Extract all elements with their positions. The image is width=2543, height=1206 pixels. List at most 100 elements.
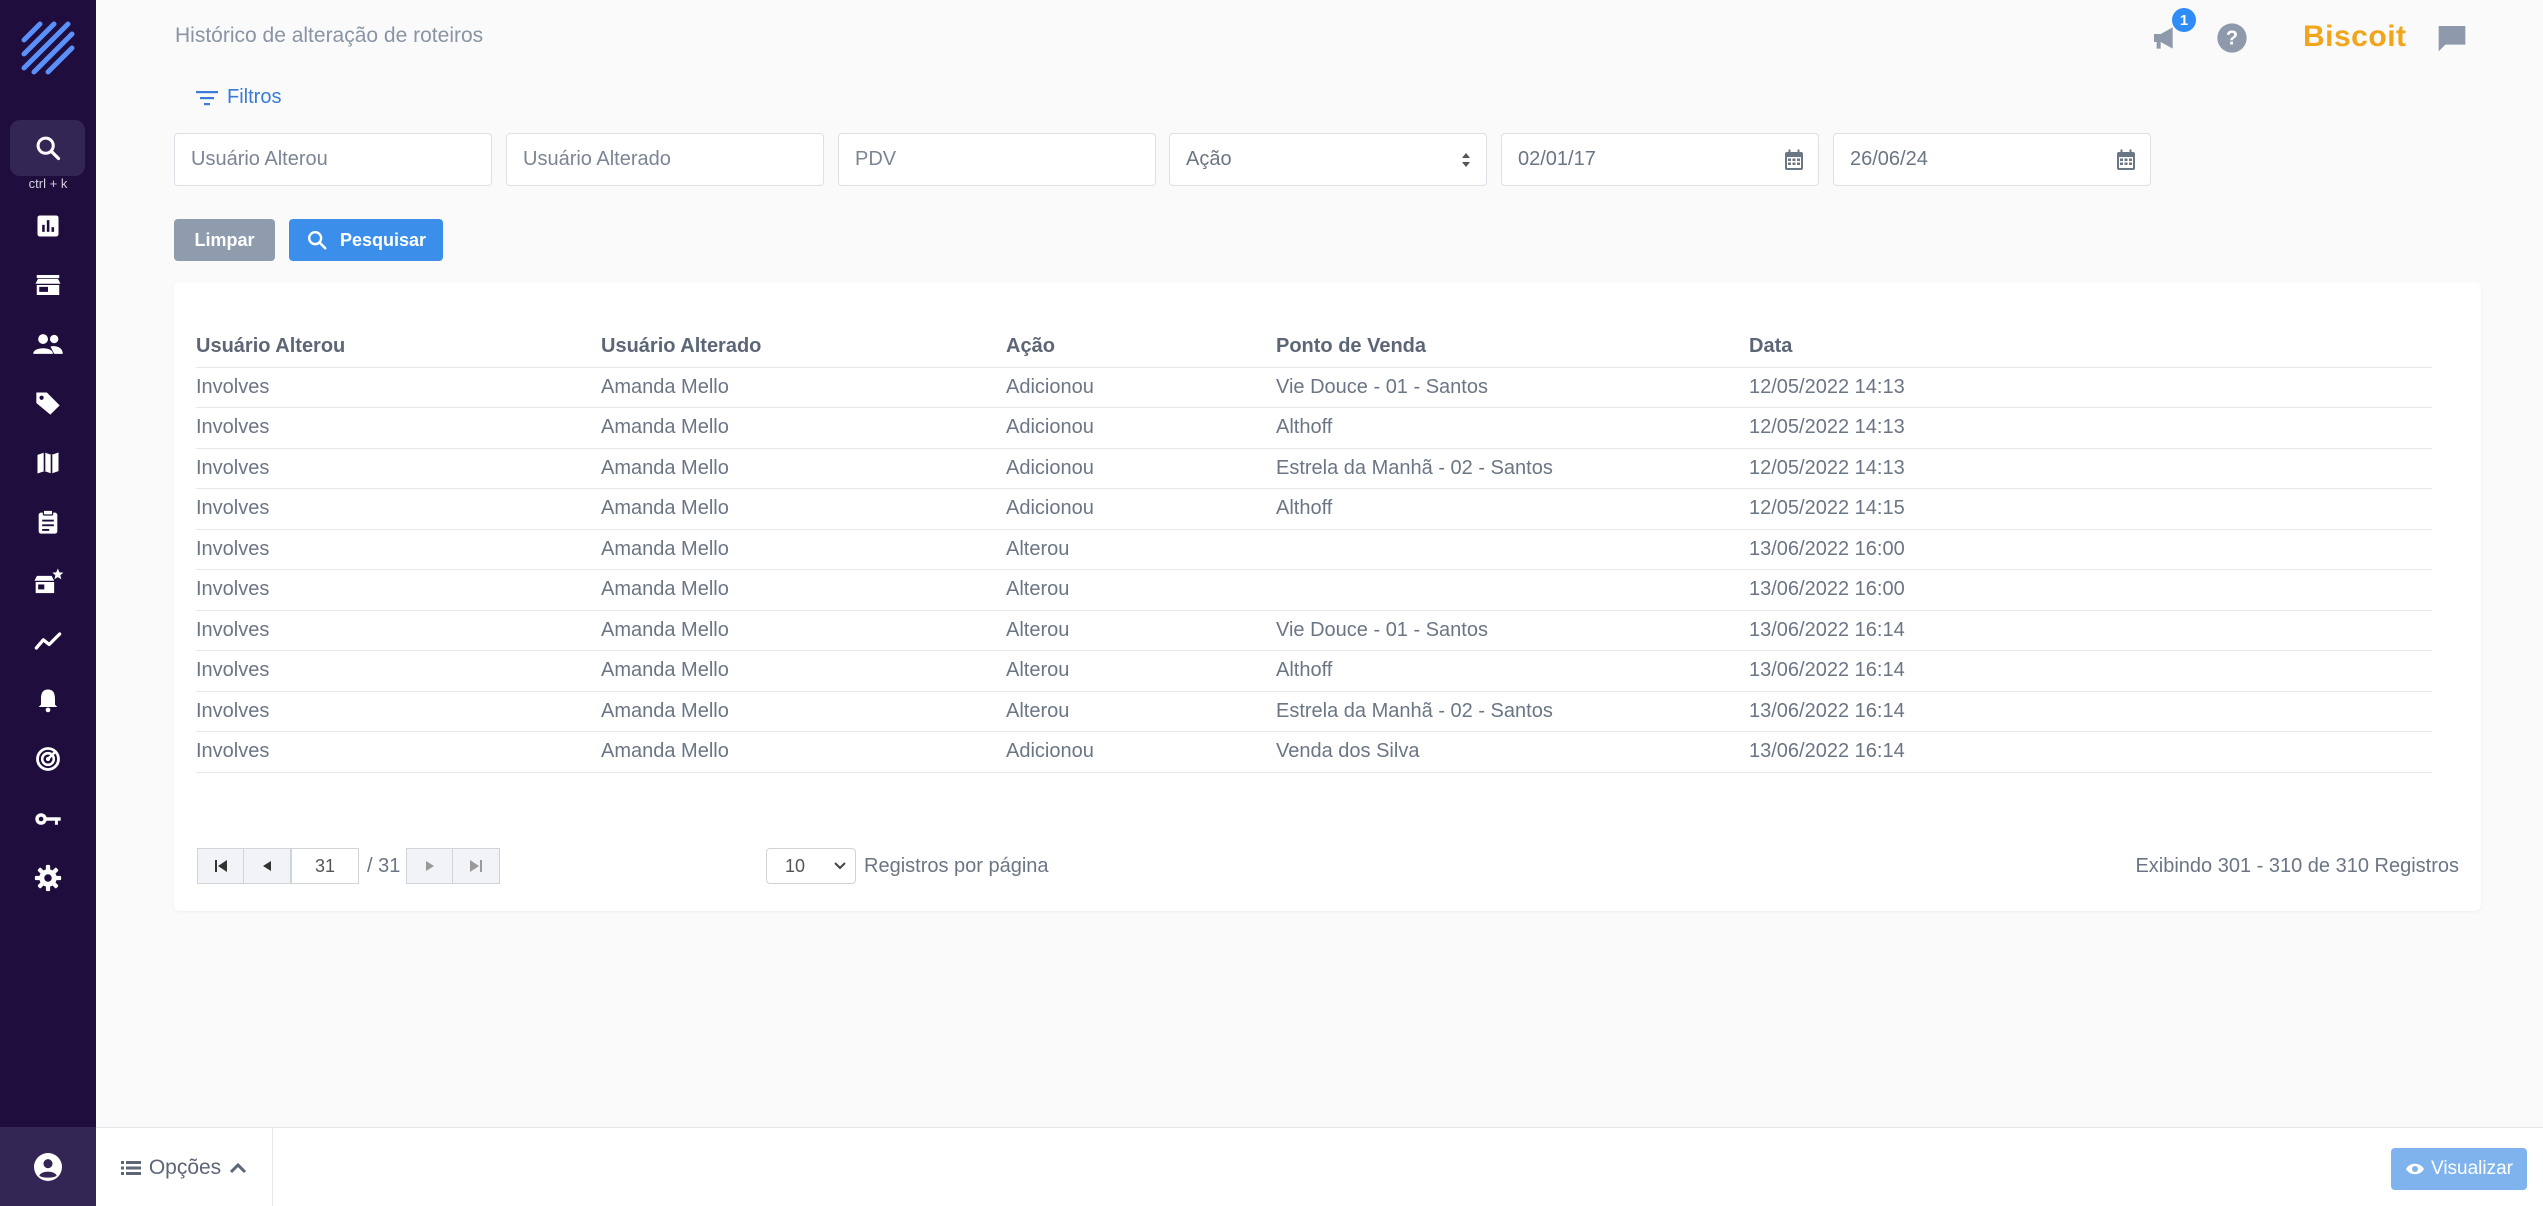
calendar-icon[interactable]: [1784, 149, 1804, 171]
cell-usuario-alterou: Involves: [196, 448, 601, 489]
per-page-control: 10 Registros por página: [766, 848, 1049, 884]
clipboard-icon: [38, 509, 58, 534]
pagination: / 31: [197, 848, 501, 884]
last-page-button[interactable]: [453, 848, 501, 884]
cell-data: 12/05/2022 14:13: [1749, 407, 2432, 449]
cell-ponto-de-venda: Vie Douce - 01 - Santos: [1276, 610, 1749, 651]
options-button[interactable]: Opções: [96, 1128, 273, 1206]
prev-page-button[interactable]: [244, 848, 291, 884]
help-button[interactable]: ?: [2216, 22, 2248, 59]
announcements-button[interactable]: 1: [2150, 8, 2196, 59]
date-to-value: 26/06/24: [1850, 148, 1928, 170]
cell-ponto-de-venda: [1276, 569, 1749, 611]
table-row[interactable]: Involves Amanda Mello Alterou Vie Douce - 0…: [196, 610, 2432, 651]
filters-toggle[interactable]: Filtros: [195, 86, 281, 109]
nav-featured-stores[interactable]: [29, 563, 67, 601]
first-page-button[interactable]: [197, 848, 244, 884]
cell-usuario-alterou: Involves: [196, 691, 601, 732]
cell-usuario-alterado: Amanda Mello: [601, 731, 1006, 773]
table-row[interactable]: Involves Amanda Mello Adicionou Althoff 12/0…: [196, 488, 2432, 530]
nav-notifications[interactable]: [29, 681, 67, 719]
cell-usuario-alterou: Involves: [196, 610, 601, 651]
column-header-usuario-alterou[interactable]: Usuário Alterou: [196, 327, 601, 368]
tag-icon: [36, 392, 60, 415]
table-row[interactable]: Involves Amanda Mello Adicionou Estrela da …: [196, 448, 2432, 489]
per-page-select[interactable]: 10: [766, 848, 856, 884]
table-row[interactable]: Involves Amanda Mello Alterou 13/06/2022 16…: [196, 569, 2432, 611]
table-row[interactable]: Involves Amanda Mello Alterou Althoff 13/06/…: [196, 650, 2432, 692]
cell-ponto-de-venda: Estrela da Manhã - 02 - Santos: [1276, 691, 1749, 732]
chat-button[interactable]: [2436, 22, 2468, 59]
nav-dashboard[interactable]: [29, 207, 67, 245]
user-circle-icon: [34, 1152, 62, 1181]
calendar-icon[interactable]: [2116, 149, 2136, 171]
nav-stores[interactable]: [29, 266, 67, 304]
clear-button[interactable]: Limpar: [174, 219, 275, 261]
next-page-button[interactable]: [406, 848, 454, 884]
current-page-input[interactable]: [291, 848, 359, 884]
search-submit-button[interactable]: Pesquisar: [289, 219, 443, 261]
app-logo-icon[interactable]: [20, 20, 76, 76]
skip-last-icon: [470, 860, 483, 872]
column-header-usuario-alterado[interactable]: Usuário Alterado: [601, 327, 1006, 368]
cell-usuario-alterou: Involves: [196, 569, 601, 611]
visualizar-label: Visualizar: [2430, 1158, 2514, 1179]
search-icon: [307, 231, 327, 250]
cell-usuario-alterou: Involves: [196, 731, 601, 773]
date-from-value: 02/01/17: [1518, 148, 1596, 170]
nav-map[interactable]: [29, 444, 67, 482]
table-row[interactable]: Involves Amanda Mello Adicionou Althoff 12/0…: [196, 407, 2432, 449]
column-header-acao[interactable]: Ação: [1006, 327, 1276, 368]
table-row[interactable]: Involves Amanda Mello Alterou Estrela da Ma…: [196, 691, 2432, 732]
pdv-input[interactable]: [855, 148, 1139, 171]
results-card: Usuário Alterou Usuário Alterado Ação Po…: [174, 282, 2481, 911]
cell-data: 13/06/2022 16:14: [1749, 691, 2432, 732]
cell-data: 13/06/2022 16:00: [1749, 529, 2432, 570]
usuario-alterado-field[interactable]: [506, 133, 824, 186]
total-pages: / 31: [367, 854, 401, 877]
eye-icon: [2405, 1163, 2424, 1175]
select-arrows-icon: [1462, 153, 1470, 167]
date-from-field[interactable]: 02/01/17: [1501, 133, 1819, 186]
nav-tags[interactable]: [29, 384, 67, 422]
cell-usuario-alterou: Involves: [196, 407, 601, 449]
acao-select[interactable]: Ação: [1169, 133, 1487, 186]
cell-acao: Adicionou: [1006, 731, 1276, 773]
nav-settings[interactable]: [29, 859, 67, 897]
cell-data: 13/06/2022 16:00: [1749, 569, 2432, 611]
cell-usuario-alterou: Involves: [196, 488, 601, 530]
table-row[interactable]: Involves Amanda Mello Adicionou Vie Douce -…: [196, 367, 2432, 408]
cell-usuario-alterou: Involves: [196, 529, 601, 570]
list-icon: [120, 1160, 141, 1175]
cell-data: 13/06/2022 16:14: [1749, 610, 2432, 651]
nav-users[interactable]: [29, 325, 67, 363]
nav-radar[interactable]: [29, 740, 67, 778]
chevron-down-icon: [834, 862, 846, 870]
user-profile-button[interactable]: [0, 1127, 96, 1206]
cell-acao: Alterou: [1006, 650, 1276, 692]
nav-tasks[interactable]: [29, 503, 67, 541]
column-header-ponto-de-venda[interactable]: Ponto de Venda: [1276, 327, 1749, 368]
trend-line-icon: [34, 632, 62, 650]
options-label: Opções: [148, 1155, 222, 1179]
usuario-alterou-field[interactable]: [174, 133, 492, 186]
column-header-data[interactable]: Data: [1749, 327, 2432, 368]
cell-acao: Alterou: [1006, 569, 1276, 611]
pdv-field[interactable]: [838, 133, 1156, 186]
nav-access-keys[interactable]: [29, 800, 67, 838]
search-submit-label: Pesquisar: [339, 229, 427, 250]
cell-data: 12/05/2022 14:15: [1749, 488, 2432, 530]
cell-usuario-alterado: Amanda Mello: [601, 407, 1006, 449]
bar-chart-icon: [37, 215, 59, 237]
visualizar-button[interactable]: Visualizar: [2391, 1148, 2527, 1190]
usuario-alterado-input[interactable]: [523, 148, 807, 171]
usuario-alterou-input[interactable]: [191, 148, 475, 171]
search-button[interactable]: [10, 120, 85, 176]
history-table: Usuário Alterou Usuário Alterado Ação Po…: [196, 327, 2432, 773]
nav-analytics[interactable]: [29, 622, 67, 660]
date-to-field[interactable]: 26/06/24: [1833, 133, 2151, 186]
per-page-value: 10: [785, 855, 806, 876]
sidebar: ctrl + k: [0, 0, 96, 1206]
table-row[interactable]: Involves Amanda Mello Alterou 13/06/2022 16…: [196, 529, 2432, 570]
table-row[interactable]: Involves Amanda Mello Adicionou Venda dos S…: [196, 731, 2432, 773]
